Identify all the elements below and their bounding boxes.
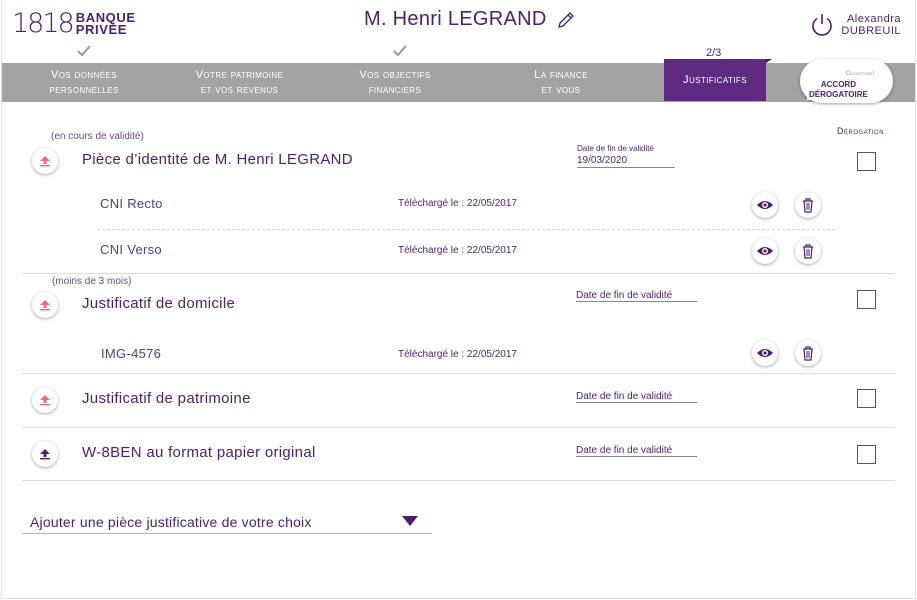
validity-note: (moins de 3 mois) (52, 276, 132, 287)
step-label: Vos objectifs (359, 68, 431, 81)
upload-date: Téléchargé le : 22/05/2017 (398, 245, 517, 256)
derogation-column-header: Dérogation (837, 126, 885, 136)
step-label: Votre patrimoine (195, 68, 284, 81)
upload-icon (40, 449, 50, 460)
caret-down-icon[interactable] (402, 516, 418, 526)
validity-date-input[interactable]: 19/03/2020 (577, 155, 675, 168)
derogation-checkbox[interactable] (857, 290, 876, 309)
trash-icon (803, 244, 813, 259)
accord-line: ACCORD (820, 80, 856, 89)
step-label: La finance (534, 68, 588, 81)
add-document-select[interactable]: Ajouter une pièce justificative de votre… (22, 510, 432, 534)
file-name: CNI Recto (100, 196, 163, 211)
step-label: personnelles (49, 83, 119, 96)
step-label: financiers (368, 83, 422, 96)
upload-icon (40, 395, 50, 406)
view-button[interactable] (752, 340, 778, 366)
validity-date-input[interactable]: Date de fin de validité (576, 290, 697, 302)
view-button[interactable] (752, 192, 778, 218)
validity-date-label: Date de fin de validité (577, 144, 654, 153)
delete-button[interactable] (795, 340, 821, 366)
power-icon[interactable] (809, 12, 835, 38)
step-patrimoine[interactable]: Votre patrimoine et vos revenus (162, 63, 317, 102)
step-checks (0, 44, 917, 62)
derogation-checkbox[interactable] (857, 445, 876, 464)
eye-icon (757, 201, 773, 209)
step-label: Vos données (51, 68, 117, 81)
trash-icon (803, 198, 813, 213)
eye-icon (757, 349, 773, 357)
upload-icon (40, 300, 50, 311)
user-menu[interactable]: Alexandra DUBREUIL (809, 12, 901, 38)
view-button[interactable] (752, 238, 778, 264)
upload-button[interactable] (32, 148, 58, 174)
logo-text: BANQUE PRIVÉE (75, 11, 136, 37)
client-header: M. Henri LEGRAND (364, 8, 576, 31)
section-divider (22, 427, 895, 428)
delete-button[interactable] (795, 238, 821, 264)
upload-button[interactable] (32, 292, 58, 318)
file-name: CNI Verso (100, 242, 162, 257)
pencil-icon[interactable] (556, 10, 576, 30)
step-justificatifs[interactable]: Justificatifs (664, 59, 772, 101)
upload-date: Téléchargé le : 22/05/2017 (398, 198, 517, 209)
user-name: Alexandra DUBREUIL (841, 13, 901, 37)
document-title: Pièce d’identité de M. Henri LEGRAND (82, 151, 353, 168)
bank-logo: 1818 BANQUE PRIVÉE (12, 10, 136, 38)
document-title: Justificatif de patrimoine (82, 390, 251, 407)
document-title: W-8BEN au format papier original (82, 444, 316, 461)
section-divider (22, 373, 895, 374)
step-objectives[interactable]: Vos objectifs financiers (320, 63, 470, 102)
validity-note: (en cours de validité) (51, 131, 144, 142)
check-icon (393, 45, 407, 57)
step-progress: 2/3 (706, 47, 722, 59)
derogation-checkbox[interactable] (857, 152, 876, 171)
eye-icon (757, 247, 773, 255)
logo-line-2: PRIVÉE (75, 22, 128, 37)
accord-line: DÉROGATOIRE (809, 90, 868, 99)
check-icon (77, 45, 91, 57)
client-name: M. Henri LEGRAND (364, 8, 547, 30)
step-label: Justificatifs (683, 73, 747, 86)
user-first-name: Alexandra (846, 13, 901, 25)
file-name: IMG-4576 (101, 346, 162, 361)
steps-bar: Vos données personnelles Votre patrimoine… (2, 59, 915, 102)
user-last-name: DUBREUIL (841, 25, 901, 37)
row-divider (97, 229, 835, 230)
step-label: et vous (541, 83, 581, 96)
step-finance[interactable]: La finance et vous (486, 63, 636, 102)
add-document-label: Ajouter une pièce justificative de votre… (30, 514, 312, 530)
accord-bg-line: Ouverture/ (846, 71, 875, 77)
section-divider (22, 273, 895, 274)
upload-button[interactable] (32, 441, 58, 467)
section-divider (22, 480, 895, 481)
delete-button[interactable] (795, 192, 821, 218)
accord-label: ACCORD DÉROGATOIRE (807, 80, 870, 100)
upload-icon (40, 156, 50, 167)
upload-date: Téléchargé le : 22/05/2017 (398, 349, 517, 360)
trash-icon (803, 346, 813, 361)
document-title: Justificatif de domicile (82, 295, 236, 312)
validity-date-input[interactable]: Date de fin de validité (576, 391, 697, 403)
derogation-checkbox[interactable] (857, 389, 876, 408)
step-label: et vos revenus (200, 83, 279, 96)
accord-derogatoire-button[interactable]: Ouverture/ ation ACCORD DÉROGATOIRE (800, 59, 893, 103)
upload-button[interactable] (32, 387, 58, 413)
step-personal-data[interactable]: Vos données personnelles (10, 63, 158, 102)
validity-date-input[interactable]: Date de fin de validité (576, 445, 697, 457)
logo-number: 1818 (12, 8, 75, 39)
